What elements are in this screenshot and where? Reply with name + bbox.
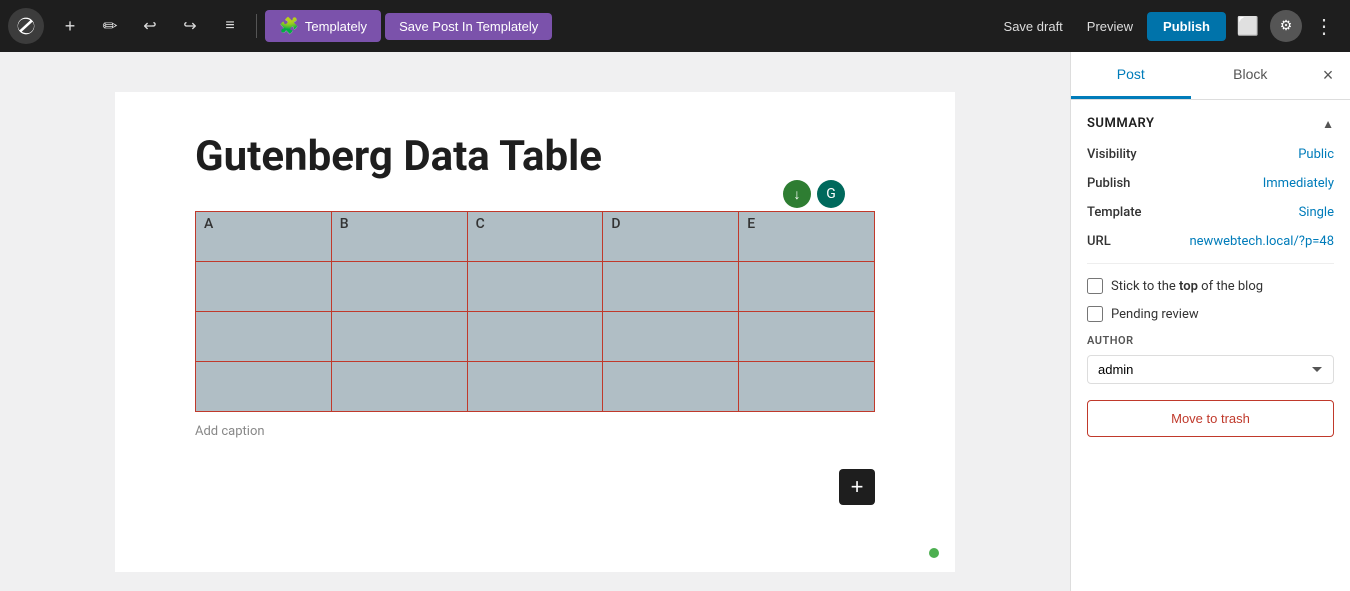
table-header-e[interactable]: E: [739, 212, 875, 262]
save-post-templately-button[interactable]: Save Post In Templately: [385, 13, 552, 40]
stick-to-top-label: Stick to the top of the blog: [1111, 279, 1263, 294]
avatar-icon: ⚙: [1280, 18, 1293, 34]
edit-tool-button[interactable]: ✏: [92, 8, 128, 44]
table-cell[interactable]: [739, 262, 875, 312]
table-cell[interactable]: [196, 312, 332, 362]
editor-area[interactable]: Gutenberg Data Table ↓ G A B: [0, 52, 1070, 591]
summary-title: Summary: [1087, 116, 1154, 131]
post-title[interactable]: Gutenberg Data Table: [195, 132, 875, 181]
tab-block[interactable]: Block: [1191, 52, 1311, 99]
stick-to-top-checkbox[interactable]: [1087, 278, 1103, 294]
table-cell[interactable]: [331, 362, 467, 412]
publish-button[interactable]: Publish: [1147, 12, 1226, 41]
grammarly-icon-2[interactable]: G: [817, 180, 845, 208]
panel-body: Summary ▲ Visibility Public Publish Imme…: [1071, 100, 1350, 591]
templately-label: Templately: [305, 19, 367, 34]
title-area: Gutenberg Data Table ↓ G: [195, 132, 875, 181]
toolbar: + ✏ ↩ ↪ ≡ 🧩 Templately Save Post In Temp…: [0, 0, 1350, 52]
table-cell[interactable]: [603, 262, 739, 312]
pending-review-checkbox[interactable]: [1087, 306, 1103, 322]
url-row: URL newwebtech.local/?p=48: [1087, 234, 1334, 249]
table-row: [196, 362, 875, 412]
tab-post[interactable]: Post: [1071, 52, 1191, 99]
panel-divider: [1087, 263, 1334, 264]
table-cell[interactable]: [603, 312, 739, 362]
grammarly-icon-1[interactable]: ↓: [783, 180, 811, 208]
status-dot: [929, 548, 939, 558]
table-cell[interactable]: [196, 262, 332, 312]
templately-icon: 🧩: [279, 16, 299, 36]
user-avatar[interactable]: ⚙: [1270, 10, 1302, 42]
publish-value[interactable]: Immediately: [1263, 176, 1334, 191]
visibility-label: Visibility: [1087, 147, 1137, 162]
table-row: [196, 312, 875, 362]
more-options-button[interactable]: ⋮: [1306, 8, 1342, 44]
pending-review-label: Pending review: [1111, 307, 1199, 322]
gutenberg-table: A B C D E: [195, 211, 875, 412]
undo-button[interactable]: ↩: [132, 8, 168, 44]
table-cell[interactable]: [467, 312, 603, 362]
preview-button[interactable]: Preview: [1077, 13, 1143, 40]
editor-canvas: Gutenberg Data Table ↓ G A B: [115, 92, 955, 572]
summary-chevron-icon[interactable]: ▲: [1322, 117, 1334, 131]
template-label: Template: [1087, 205, 1142, 220]
table-cell[interactable]: [603, 362, 739, 412]
template-row: Template Single: [1087, 205, 1334, 220]
author-section-label: AUTHOR: [1087, 334, 1334, 347]
table-header-row: A B C D E: [196, 212, 875, 262]
add-block-area: +: [195, 469, 875, 505]
table-block: A B C D E: [195, 211, 875, 439]
publish-label: Publish: [1087, 176, 1130, 191]
table-header-c[interactable]: C: [467, 212, 603, 262]
table-cell[interactable]: [467, 362, 603, 412]
toolbar-separator: [256, 14, 257, 38]
author-section: AUTHOR admin: [1087, 334, 1334, 384]
publish-row: Publish Immediately: [1087, 176, 1334, 191]
add-block-toolbar-button[interactable]: +: [52, 8, 88, 44]
wp-logo[interactable]: [8, 8, 44, 44]
url-value[interactable]: newwebtech.local/?p=48: [1189, 234, 1334, 249]
visibility-row: Visibility Public: [1087, 147, 1334, 162]
author-select[interactable]: admin: [1087, 355, 1334, 384]
list-view-button[interactable]: ≡: [212, 8, 248, 44]
pending-review-row: Pending review: [1087, 306, 1334, 322]
main-layout: Gutenberg Data Table ↓ G A B: [0, 52, 1350, 591]
table-header-a[interactable]: A: [196, 212, 332, 262]
view-options-button[interactable]: ⬜: [1230, 8, 1266, 44]
visibility-value[interactable]: Public: [1298, 147, 1334, 162]
right-panel: Post Block × Summary ▲ Visibility Public…: [1070, 52, 1350, 591]
redo-button[interactable]: ↪: [172, 8, 208, 44]
save-draft-button[interactable]: Save draft: [994, 13, 1073, 40]
panel-tabs: Post Block ×: [1071, 52, 1350, 100]
save-templately-label: Save Post In Templately: [399, 19, 538, 34]
table-header-b[interactable]: B: [331, 212, 467, 262]
stick-to-top-text-after: of the blog: [1198, 279, 1263, 294]
add-block-icon: +: [851, 474, 864, 500]
stick-to-top-row: Stick to the top of the blog: [1087, 278, 1334, 294]
stick-to-top-bold: top: [1179, 279, 1198, 294]
table-cell[interactable]: [331, 312, 467, 362]
templately-button[interactable]: 🧩 Templately: [265, 10, 381, 42]
table-row: [196, 262, 875, 312]
stick-to-top-text-before: Stick to the: [1111, 279, 1179, 294]
table-body: A B C D E: [196, 212, 875, 412]
table-cell[interactable]: [467, 262, 603, 312]
add-caption[interactable]: Add caption: [195, 424, 875, 439]
template-value[interactable]: Single: [1299, 205, 1334, 220]
table-cell[interactable]: [739, 362, 875, 412]
table-cell[interactable]: [331, 262, 467, 312]
table-cell[interactable]: [739, 312, 875, 362]
url-label: URL: [1087, 234, 1111, 249]
wp-logo-icon: [16, 16, 36, 36]
add-block-button[interactable]: +: [839, 469, 875, 505]
title-icons: ↓ G: [783, 180, 845, 208]
table-cell[interactable]: [196, 362, 332, 412]
summary-header: Summary ▲: [1087, 116, 1334, 131]
move-to-trash-button[interactable]: Move to trash: [1087, 400, 1334, 437]
close-panel-button[interactable]: ×: [1310, 58, 1346, 94]
table-header-d[interactable]: D: [603, 212, 739, 262]
